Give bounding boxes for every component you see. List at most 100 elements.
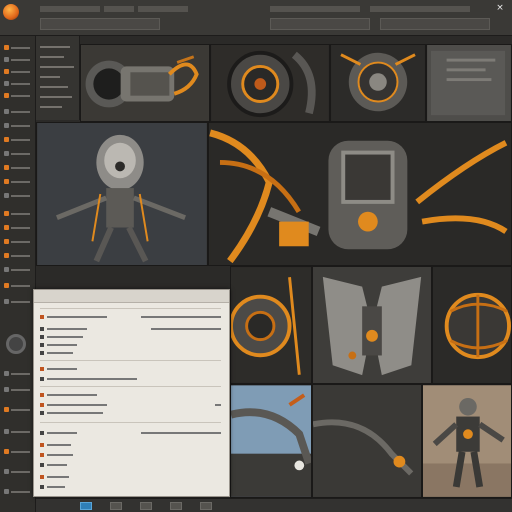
setting-icon (40, 443, 44, 447)
menu-item[interactable] (138, 6, 188, 12)
sidebar-item[interactable] (4, 224, 30, 231)
render-thumbnail (423, 385, 511, 497)
sidebar-item[interactable] (4, 136, 30, 143)
sidebar-item[interactable] (4, 282, 30, 289)
sidebar-item[interactable] (4, 80, 30, 87)
setting-icon (40, 411, 44, 415)
sidebar-item[interactable] (4, 164, 30, 171)
navigation-dial-icon[interactable] (6, 334, 26, 354)
outliner-row[interactable] (40, 76, 60, 78)
dialog-row[interactable] (40, 484, 221, 490)
render-thumbnail (209, 123, 510, 265)
row-label (47, 432, 77, 434)
mech-gear-closeup-2[interactable] (330, 44, 426, 122)
sidebar-item[interactable] (4, 488, 30, 495)
sidebar-item[interactable] (4, 468, 30, 475)
mech-robot-front[interactable] (36, 122, 208, 266)
sidebar-item-label (11, 268, 30, 271)
dialog-row[interactable] (40, 366, 221, 372)
view-button[interactable] (200, 502, 212, 510)
tab-strip[interactable] (370, 6, 470, 12)
mech-sphere-cage[interactable] (432, 266, 512, 384)
tool-options-bar[interactable] (40, 18, 160, 30)
outliner-row[interactable] (40, 96, 72, 98)
mech-panel-gray[interactable] (426, 44, 512, 122)
sidebar-item[interactable] (4, 44, 30, 51)
app-logo-icon[interactable] (3, 4, 19, 20)
outliner-row[interactable] (40, 56, 64, 58)
dialog-row[interactable] (40, 410, 221, 416)
mech-soldier-desert[interactable] (422, 384, 512, 498)
view-button[interactable] (170, 502, 182, 510)
sidebar-item-label (11, 166, 30, 169)
sidebar-item[interactable] (4, 210, 30, 217)
view-options[interactable] (380, 18, 490, 30)
sidebar-item[interactable] (4, 178, 30, 185)
sidebar-item[interactable] (4, 56, 30, 63)
dialog-row[interactable] (40, 376, 221, 382)
render-thumbnail (81, 45, 209, 121)
mech-dark-tile[interactable] (312, 384, 422, 498)
tab-strip[interactable] (270, 6, 360, 12)
outliner-row[interactable] (40, 66, 74, 68)
tool-icon (4, 69, 9, 74)
sidebar-item[interactable] (4, 192, 30, 199)
dialog-row[interactable] (40, 402, 221, 408)
close-icon[interactable]: × (494, 3, 506, 13)
sidebar-item-label (11, 152, 30, 155)
row-label (47, 378, 137, 380)
dialog-row[interactable] (40, 442, 221, 448)
setting-icon (40, 453, 44, 457)
setting-icon (40, 335, 44, 339)
dialog-row[interactable] (40, 334, 221, 340)
sidebar-item[interactable] (4, 406, 30, 413)
dialog-row[interactable] (40, 462, 221, 468)
dialog-row[interactable] (40, 452, 221, 458)
sidebar-item[interactable] (4, 108, 30, 115)
view-button[interactable] (80, 502, 92, 510)
sidebar-item-label (11, 254, 30, 257)
dialog-row[interactable] (40, 314, 221, 320)
sidebar-item[interactable] (4, 252, 30, 259)
tool-icon (4, 267, 9, 272)
tool-icon (4, 57, 9, 62)
dialog-row[interactable] (40, 392, 221, 398)
view-button[interactable] (140, 502, 152, 510)
row-label (47, 352, 73, 354)
tool-icon (4, 193, 9, 198)
sidebar-item-label (11, 240, 30, 243)
sidebar-item[interactable] (4, 68, 30, 75)
sidebar-item-label (11, 194, 30, 197)
row-label (47, 328, 87, 330)
sidebar-item[interactable] (4, 448, 30, 455)
sidebar-item[interactable] (4, 238, 30, 245)
sidebar-item[interactable] (4, 428, 30, 435)
sidebar-item[interactable] (4, 386, 30, 393)
menu-bar[interactable] (40, 6, 100, 12)
outliner-row[interactable] (40, 106, 62, 108)
sidebar-item[interactable] (4, 266, 30, 273)
sidebar-item[interactable] (4, 150, 30, 157)
outliner-row[interactable] (40, 46, 70, 48)
mech-gear-closeup-1[interactable] (210, 44, 330, 122)
dialog-row[interactable] (40, 474, 221, 480)
sidebar-item[interactable] (4, 298, 30, 305)
dialog-row[interactable] (40, 326, 221, 332)
sidebar-item[interactable] (4, 122, 30, 129)
sidebar-item[interactable] (4, 370, 30, 377)
dialog-row[interactable] (40, 342, 221, 348)
dialog-row[interactable] (40, 430, 221, 436)
view-button[interactable] (110, 502, 122, 510)
mech-torso-closeup[interactable] (230, 266, 312, 384)
sidebar-item[interactable] (4, 92, 30, 99)
dialog-row[interactable] (40, 350, 221, 356)
mech-claw-sky[interactable] (230, 384, 312, 498)
top-toolbar: × (0, 0, 512, 36)
search-input[interactable] (270, 18, 370, 30)
mech-robot-orange-arms[interactable] (208, 122, 512, 266)
mech-armor-plate[interactable] (312, 266, 432, 384)
mech-engine-render[interactable] (80, 44, 210, 122)
outliner-row[interactable] (40, 86, 68, 88)
property-dialog[interactable] (33, 289, 230, 497)
menu-item[interactable] (104, 6, 134, 12)
